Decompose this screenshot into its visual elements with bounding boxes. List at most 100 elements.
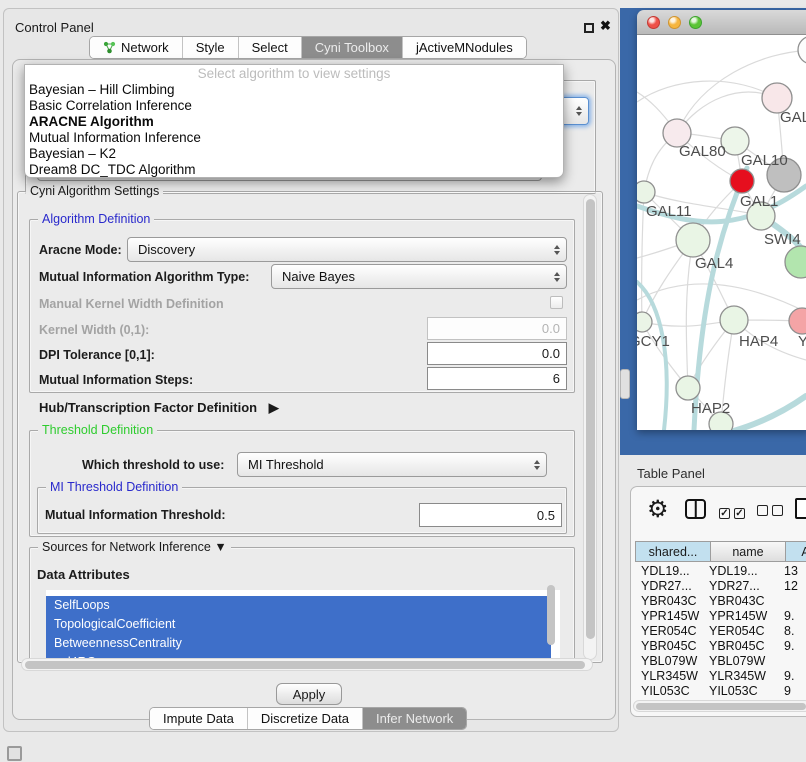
tab-discretize-data[interactable]: Discretize Data xyxy=(248,708,363,729)
table-column-header[interactable]: A xyxy=(786,541,806,562)
table-cell: YBR045C xyxy=(705,639,784,653)
algorithm-option[interactable]: ARACNE Algorithm xyxy=(25,114,563,130)
network-node[interactable] xyxy=(798,36,806,64)
mi-threshold-field[interactable]: 0.5 xyxy=(419,503,562,527)
data-attribute-item[interactable]: TopologicalCoefficient xyxy=(46,615,551,634)
network-window-titlebar[interactable] xyxy=(637,10,806,35)
table-rows: YDL19...YDL19...13YDR27...YDR27...12YBR0… xyxy=(633,563,806,695)
table-row[interactable]: YBL079WYBL079W xyxy=(633,653,806,668)
table-cell: 9. xyxy=(784,669,806,683)
network-node-y[interactable] xyxy=(789,308,806,334)
which-threshold-label: Which threshold to use: xyxy=(82,458,224,472)
deselect-all-checks-icon[interactable] xyxy=(757,503,787,521)
mi-type-combo[interactable]: Naive Bayes xyxy=(271,264,567,289)
minimized-panel-icon[interactable] xyxy=(7,746,22,761)
network-node-hap4[interactable] xyxy=(720,306,748,334)
table-cell: 8. xyxy=(784,624,806,638)
kernel-width-field[interactable]: 0.0 xyxy=(427,317,567,340)
manual-kernel-checkbox[interactable] xyxy=(550,296,563,309)
table-row[interactable]: YIL053CYIL053C9 xyxy=(633,683,806,695)
apply-button[interactable]: Apply xyxy=(276,683,342,705)
table-column-header[interactable]: name xyxy=(711,541,786,562)
table-row[interactable]: YER054CYER054C8. xyxy=(633,623,806,638)
network-icon xyxy=(103,41,116,54)
network-node-hap2[interactable] xyxy=(676,376,700,400)
algorithm-option[interactable]: Basic Correlation Inference xyxy=(25,98,563,114)
zoom-traffic-light-icon[interactable] xyxy=(689,16,702,29)
table-cell: YDL19... xyxy=(633,564,705,578)
network-edge[interactable] xyxy=(686,240,693,388)
attribute-list-scrollbar[interactable] xyxy=(547,585,555,645)
network-node[interactable] xyxy=(785,246,806,278)
algorithm-option[interactable]: Bayesian – Hill Climbing xyxy=(25,82,563,98)
tab-infer-network[interactable]: Infer Network xyxy=(363,708,466,729)
algorithm-option[interactable]: Bayesian – K2 xyxy=(25,146,563,162)
minimize-traffic-light-icon[interactable] xyxy=(668,16,681,29)
dpi-tolerance-value: 0.0 xyxy=(542,346,560,361)
data-attributes-list: SelfLoopsTopologicalCoefficientBetweenne… xyxy=(46,590,560,668)
close-icon[interactable]: ✖ xyxy=(600,18,611,34)
network-node-gal1[interactable] xyxy=(730,169,754,193)
table-settings-gear-icon[interactable]: ⚙ xyxy=(647,495,669,524)
table-cell: 9 xyxy=(784,684,806,696)
node-label: GAL11 xyxy=(646,203,692,220)
settings-vertical-scrollbar[interactable] xyxy=(583,194,597,660)
column-layout-icon[interactable] xyxy=(685,499,706,519)
node-label: GAL4 xyxy=(695,255,733,272)
combo-spinner-icon xyxy=(554,272,560,282)
network-node-gcy1[interactable] xyxy=(637,312,652,332)
table-row[interactable]: YDR27...YDR27...12 xyxy=(633,578,806,593)
table-cell: YIL053C xyxy=(633,684,705,696)
table-panel-title: Table Panel xyxy=(637,466,705,481)
tab-jactivemnodules[interactable]: jActiveMNodules xyxy=(403,37,526,58)
tab-cyni-toolbox[interactable]: Cyni Toolbox xyxy=(302,37,403,58)
select-all-checks-icon[interactable]: ✓✓ xyxy=(719,503,749,521)
table-cell: YER054C xyxy=(705,624,784,638)
table-row[interactable]: YPR145WYPR145W9. xyxy=(633,608,806,623)
algorithm-dropdown-popup: Select algorithm to view settings Bayesi… xyxy=(24,64,564,178)
sources-group-title[interactable]: Sources for Network Inference ▼ xyxy=(38,540,231,554)
hub-definition-expander[interactable]: Hub/Transcription Factor Definition ▶ xyxy=(39,400,279,416)
mi-steps-field[interactable]: 6 xyxy=(427,367,567,390)
tab-network[interactable]: Network xyxy=(90,37,183,58)
which-threshold-value: MI Threshold xyxy=(248,457,324,472)
control-panel-tabs: NetworkStyleSelectCyni Toolbox jActiveMNo… xyxy=(89,36,527,59)
panel-splitter-handle[interactable] xyxy=(620,369,630,399)
table-cell: 13 xyxy=(784,564,806,578)
which-threshold-combo[interactable]: MI Threshold xyxy=(237,452,547,477)
network-node-gal11[interactable] xyxy=(637,181,655,203)
table-cell: YDL19... xyxy=(705,564,784,578)
algorithm-option[interactable]: Mutual Information Inference xyxy=(25,130,563,146)
table-cell: YLR345W xyxy=(633,669,705,683)
table-cell: YBR043C xyxy=(705,594,784,608)
float-window-icon[interactable] xyxy=(584,23,594,33)
aracne-mode-combo[interactable]: Discovery xyxy=(127,237,567,262)
settings-horizontal-scrollbar[interactable] xyxy=(21,658,593,671)
tab-label: jActiveMNodules xyxy=(416,40,513,55)
aracne-mode-label: Aracne Mode: xyxy=(39,243,122,257)
manual-kernel-label: Manual Kernel Width Definition xyxy=(39,297,224,311)
table-column-header[interactable]: shared... xyxy=(635,541,711,562)
network-node-gal4[interactable] xyxy=(676,223,710,257)
algorithm-definition-title: Algorithm Definition xyxy=(38,212,154,226)
table-cell: 9. xyxy=(784,639,806,653)
data-attribute-item[interactable]: BetweennessCentrality xyxy=(46,634,551,653)
table-row[interactable]: YDL19...YDL19...13 xyxy=(633,563,806,578)
dpi-tolerance-field[interactable]: 0.0 xyxy=(427,342,567,365)
close-traffic-light-icon[interactable] xyxy=(647,16,660,29)
table-horizontal-scrollbar[interactable] xyxy=(633,700,806,712)
cyni-algorithm-settings-title: Cyni Algorithm Settings xyxy=(26,184,163,198)
table-cell: YDR27... xyxy=(633,579,705,593)
new-table-doc-icon[interactable] xyxy=(795,498,806,519)
algorithm-option[interactable]: Dream8 DC_TDC Algorithm xyxy=(25,162,563,178)
tab-impute-data[interactable]: Impute Data xyxy=(150,708,248,729)
table-row[interactable]: YLR345WYLR345W9. xyxy=(633,668,806,683)
table-row[interactable]: YBR045CYBR045C9. xyxy=(633,638,806,653)
tab-select[interactable]: Select xyxy=(239,37,302,58)
tab-style[interactable]: Style xyxy=(183,37,239,58)
table-cell: YPR145W xyxy=(633,609,705,623)
network-canvas[interactable]: GALGAL80GAL10GAL1GAL11SWI4GAL4GCY1HAP4YH… xyxy=(637,35,806,430)
network-edge[interactable] xyxy=(637,284,806,312)
data-attribute-item[interactable]: SelfLoops xyxy=(46,596,551,615)
table-row[interactable]: YBR043CYBR043C xyxy=(633,593,806,608)
